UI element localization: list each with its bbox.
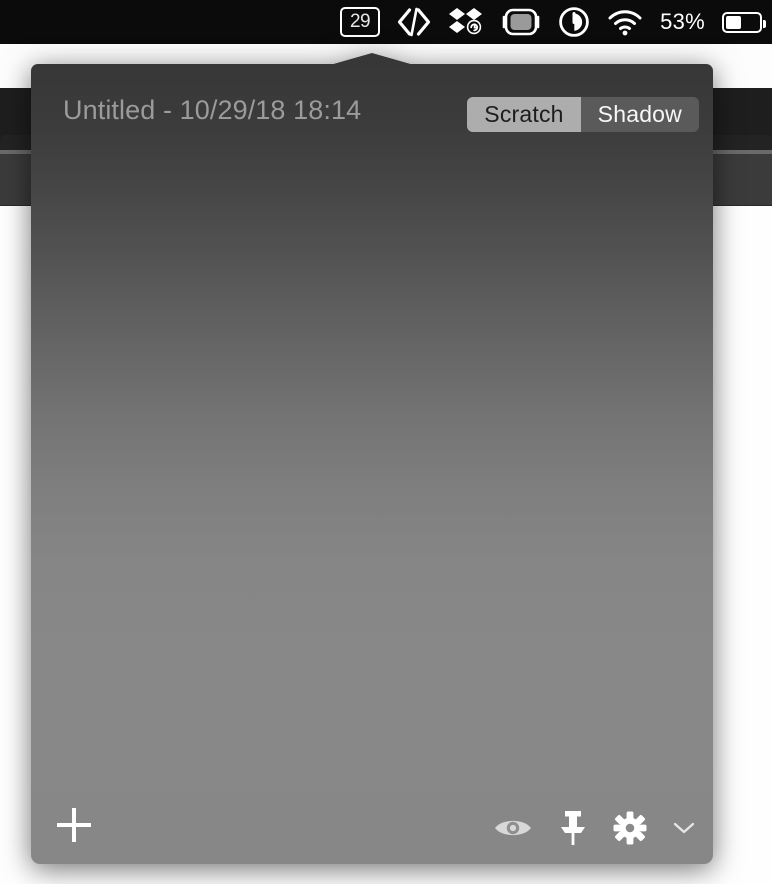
battery-percent-label: 53% (660, 9, 705, 34)
settings-button[interactable] (613, 811, 647, 845)
menu-item-display[interactable] (501, 0, 541, 44)
chevron-down-icon (673, 822, 695, 834)
battery-fill (726, 15, 742, 29)
settings-menu-button[interactable] (673, 820, 695, 836)
menu-item-power[interactable] (558, 0, 590, 44)
menu-item-battery[interactable] (722, 0, 766, 44)
notes-popover: Scratch Shadow Untitled - 10/29/18 18:14 (31, 53, 713, 864)
menu-bar: 29 53% (0, 0, 772, 44)
segment-scratch[interactable]: Scratch (467, 97, 581, 132)
code-brackets-icon (397, 7, 431, 37)
preview-button[interactable] (493, 815, 533, 841)
battery-icon (722, 11, 766, 33)
menu-item-wifi[interactable] (607, 0, 643, 44)
popover-title: Untitled - 10/29/18 18:14 (63, 95, 362, 125)
menu-item-dropbox[interactable] (448, 0, 484, 44)
popover-footer-actions (493, 810, 695, 846)
dropbox-icon (449, 8, 483, 35)
menu-item-battery-percent[interactable]: 53% (660, 0, 705, 44)
screen: rser Cero 29 (0, 0, 772, 884)
scratch-shadow-segmented-control[interactable]: Scratch Shadow (467, 97, 699, 132)
menu-item-calendar[interactable]: 29 (340, 0, 381, 44)
add-button[interactable] (57, 808, 91, 842)
pin-icon (561, 811, 585, 845)
popover-body: Scratch Shadow Untitled - 10/29/18 18:14 (31, 64, 713, 864)
calendar-day-label: 29 (349, 11, 371, 32)
popover-footer (31, 786, 713, 864)
eye-icon (495, 820, 531, 836)
calendar-icon: 29 (340, 7, 381, 37)
display-icon (502, 8, 540, 36)
wifi-icon (608, 10, 642, 36)
power-icon (559, 7, 589, 37)
gear-icon (613, 811, 647, 845)
menu-item-code-brackets[interactable] (397, 0, 431, 44)
segment-shadow[interactable]: Shadow (580, 97, 699, 132)
pin-button[interactable] (559, 810, 587, 846)
menu-bar-status-items: 29 53% (340, 0, 766, 44)
